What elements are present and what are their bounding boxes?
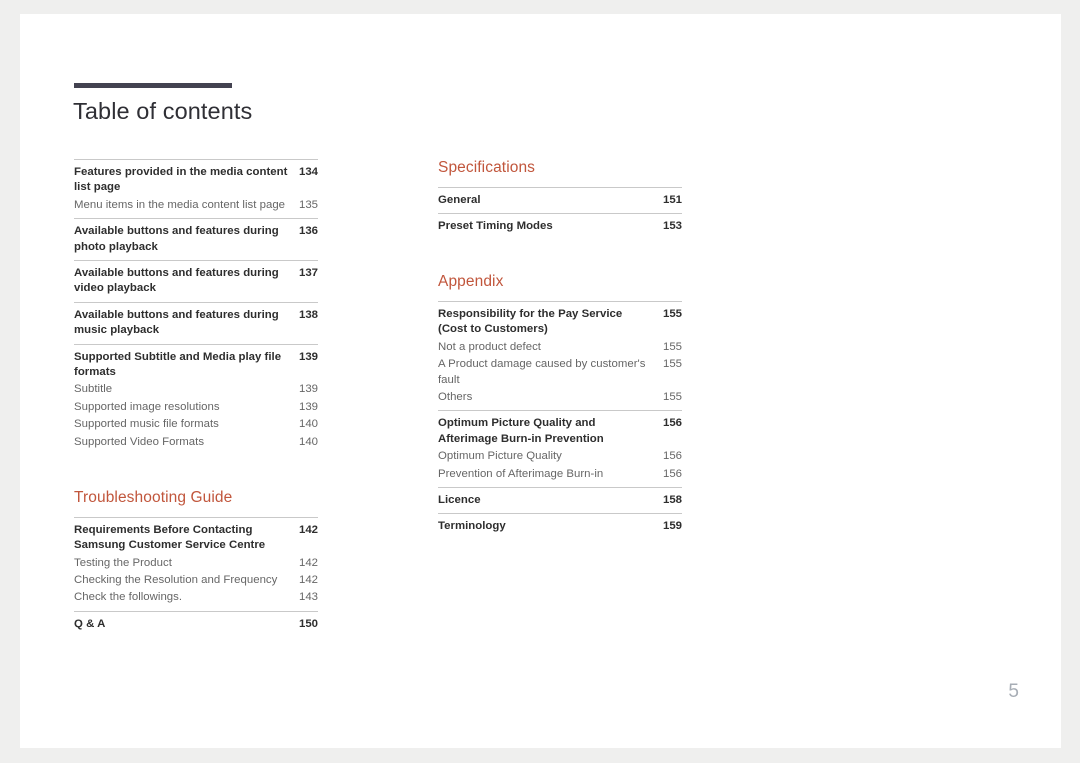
toc-entry-group: Available buttons and features during vi… bbox=[74, 260, 318, 302]
toc-entry-label: Available buttons and features during vi… bbox=[74, 267, 279, 295]
toc-entry-page-number: 156 bbox=[662, 450, 682, 463]
page-number: 5 bbox=[1008, 681, 1019, 702]
toc-entry-label: Optimum Picture Quality and Afterimage B… bbox=[438, 417, 604, 445]
toc-entry[interactable]: Optimum Picture Quality and Afterimage B… bbox=[438, 415, 682, 448]
toc-entry-label: Supported image resolutions bbox=[74, 400, 220, 413]
toc-entry-page-number: 155 bbox=[662, 391, 682, 404]
toc-entry-page-number: 155 bbox=[662, 358, 682, 371]
toc-entry-group: Preset Timing Modes 153 bbox=[438, 213, 682, 239]
toc-entry-group: Terminology 159 bbox=[438, 513, 682, 539]
toc-entry[interactable]: Supported Subtitle and Media play file f… bbox=[74, 349, 318, 382]
toc-entry-label: Prevention of Afterimage Burn-in bbox=[438, 467, 604, 480]
toc-entry[interactable]: Menu items in the media content list pag… bbox=[74, 197, 318, 214]
table-of-contents: Features provided in the media content l… bbox=[20, 14, 1061, 748]
toc-entry-group: Available buttons and features during mu… bbox=[74, 301, 318, 344]
toc-entry-label: Checking the Resolution and Frequency bbox=[74, 573, 278, 586]
toc-entry[interactable]: Supported music file formats 140 bbox=[74, 416, 318, 433]
toc-entry-page-number: 156 bbox=[662, 467, 682, 480]
toc-entry-group: Q & A 150 bbox=[74, 610, 318, 637]
toc-column-right: Specifications General 151 Preset Timing Mo… bbox=[438, 159, 682, 540]
toc-entry-label: Check the followings. bbox=[74, 591, 183, 604]
toc-entry-label: Menu items in the media content list pag… bbox=[74, 198, 286, 211]
toc-entry-group: Responsibility for the Pay Service (Cost… bbox=[438, 301, 682, 410]
toc-entry-label: Supported music file formats bbox=[74, 418, 219, 431]
toc-entry-page-number: 153 bbox=[662, 220, 682, 232]
toc-entry-label: A Product damage caused by customer's fa… bbox=[438, 358, 646, 386]
toc-entry-label: Responsibility for the Pay Service (Cost… bbox=[438, 308, 623, 336]
toc-entry-label: Features provided in the media content l… bbox=[74, 166, 288, 194]
document-page: Table of contents Features provided in t… bbox=[20, 14, 1061, 748]
toc-entry-page-number: 134 bbox=[298, 166, 318, 178]
toc-entry-page-number: 155 bbox=[662, 340, 682, 353]
toc-entry[interactable]: Prevention of Afterimage Burn-in 156 bbox=[438, 466, 682, 483]
toc-entry-page-number: 142 bbox=[298, 523, 318, 536]
toc-entry-page-number: 158 bbox=[662, 494, 682, 507]
section-heading: Troubleshooting Guide bbox=[74, 489, 233, 507]
toc-entry[interactable]: Check the followings. 143 bbox=[74, 589, 318, 606]
section-heading: Specifications bbox=[438, 159, 536, 176]
toc-entry-page-number: 156 bbox=[662, 417, 682, 430]
toc-entry-page-number: 140 bbox=[298, 435, 318, 448]
toc-entry-page-number: 140 bbox=[298, 418, 318, 431]
toc-entry-page-number: 159 bbox=[662, 520, 682, 533]
toc-entry-label: Supported Video Formats bbox=[74, 435, 205, 448]
toc-entry[interactable]: Preset Timing Modes 153 bbox=[438, 218, 682, 235]
toc-entry-label: Licence bbox=[438, 494, 481, 507]
toc-entry-page-number: 143 bbox=[298, 591, 318, 604]
toc-entry-group: Licence 158 bbox=[438, 487, 682, 513]
toc-entry[interactable]: Optimum Picture Quality 156 bbox=[438, 448, 682, 465]
toc-entry-page-number: 139 bbox=[298, 400, 318, 413]
toc-entry-group: Optimum Picture Quality and Afterimage B… bbox=[438, 410, 682, 487]
toc-entry[interactable]: Checking the Resolution and Frequency 142 bbox=[74, 572, 318, 589]
toc-entry-page-number: 139 bbox=[298, 350, 318, 363]
toc-entry-group: Available buttons and features during ph… bbox=[74, 218, 318, 260]
toc-entry-page-number: 137 bbox=[298, 267, 318, 280]
toc-entry[interactable]: Subtitle 139 bbox=[74, 381, 318, 398]
toc-entry[interactable]: Terminology 159 bbox=[438, 518, 682, 535]
toc-entry-page-number: 142 bbox=[298, 556, 318, 569]
toc-entry[interactable]: Others 155 bbox=[438, 389, 682, 406]
toc-entry[interactable]: Responsibility for the Pay Service (Cost… bbox=[438, 306, 682, 339]
toc-entry-label: Optimum Picture Quality bbox=[438, 450, 562, 463]
toc-entry-label: Preset Timing Modes bbox=[438, 220, 553, 232]
toc-entry[interactable]: Testing the Product 142 bbox=[74, 555, 318, 572]
toc-entry-page-number: 135 bbox=[298, 198, 318, 211]
toc-entry-group: Features provided in the media content l… bbox=[74, 159, 318, 218]
toc-entry-label: Not a product defect bbox=[438, 340, 541, 353]
toc-entry-page-number: 136 bbox=[298, 225, 318, 238]
toc-entry-page-number: 151 bbox=[662, 193, 682, 206]
toc-entry[interactable]: Available buttons and features during ph… bbox=[74, 223, 318, 256]
toc-entry-label: Supported Subtitle and Media play file f… bbox=[74, 350, 282, 379]
toc-entry[interactable]: Requirements Before Contacting Samsung C… bbox=[74, 522, 318, 555]
toc-entry[interactable]: Available buttons and features during mu… bbox=[74, 307, 318, 340]
toc-entry[interactable]: Q & A 150 bbox=[74, 616, 318, 633]
toc-entry[interactable]: Features provided in the media content l… bbox=[74, 164, 318, 197]
toc-entry-page-number: 150 bbox=[298, 617, 318, 630]
toc-entry-label: Terminology bbox=[438, 520, 506, 533]
toc-entry-label: Requirements Before Contacting Samsung C… bbox=[74, 523, 266, 552]
toc-entry-label: Q & A bbox=[74, 617, 106, 630]
toc-entry[interactable]: A Product damage caused by customer's fa… bbox=[438, 356, 682, 389]
toc-entry[interactable]: General 151 bbox=[438, 192, 682, 209]
toc-entry-label: Available buttons and features during ph… bbox=[74, 225, 279, 253]
toc-entry-page-number: 138 bbox=[298, 308, 318, 321]
toc-entry-page-number: 155 bbox=[662, 308, 682, 320]
toc-entry[interactable]: Available buttons and features during vi… bbox=[74, 265, 318, 298]
toc-entry-label: General bbox=[438, 193, 481, 206]
toc-entry-group: Requirements Before Contacting Samsung C… bbox=[74, 516, 318, 611]
toc-entry-page-number: 142 bbox=[298, 573, 318, 586]
toc-entry-label: Testing the Product bbox=[74, 556, 172, 569]
toc-entry-group: Supported Subtitle and Media play file f… bbox=[74, 343, 318, 455]
section-heading: Appendix bbox=[438, 273, 504, 291]
toc-column-left: Features provided in the media content l… bbox=[74, 159, 318, 637]
toc-entry-label: Available buttons and features during mu… bbox=[74, 308, 279, 337]
toc-entry-page-number: 139 bbox=[298, 383, 318, 396]
toc-entry[interactable]: Supported Video Formats 140 bbox=[74, 434, 318, 451]
toc-entry[interactable]: Licence 158 bbox=[438, 492, 682, 509]
toc-entry-label: Subtitle bbox=[74, 383, 113, 396]
toc-entry-group: General 151 bbox=[438, 186, 682, 213]
toc-entry[interactable]: Not a product defect 155 bbox=[438, 339, 682, 356]
toc-entry-label: Others bbox=[438, 391, 473, 404]
toc-entry[interactable]: Supported image resolutions 139 bbox=[74, 399, 318, 416]
